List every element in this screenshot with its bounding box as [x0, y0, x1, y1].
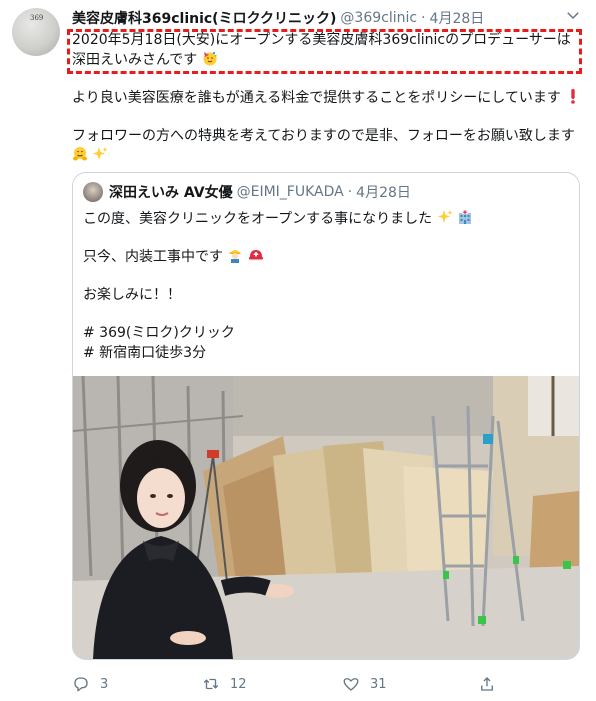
chevron-down-icon[interactable]: [564, 6, 582, 24]
author-handle[interactable]: @369clinic: [340, 10, 417, 26]
tweet-text-line-3: より良い美容医療を誰もが通える料金で提供することをポリシーにしています: [72, 88, 581, 108]
quoted-tweet-card[interactable]: 深田えいみ AV女優 @EIMI_FUKADA · 4月28日 この度、美容クリ…: [72, 172, 580, 660]
quoted-tweet-date: 4月28日: [356, 185, 411, 201]
highlight-annotation-box: [67, 29, 582, 74]
author-name[interactable]: 美容皮膚科369clinic(ミロククリニック): [72, 8, 336, 28]
attached-photo[interactable]: [73, 376, 579, 659]
quoted-tweet-header: 深田えいみ AV女優 @EIMI_FUKADA · 4月28日: [83, 181, 411, 203]
hospital-emoji-icon: [459, 210, 472, 224]
retweet-icon: [203, 678, 219, 690]
share-icon: [481, 677, 493, 691]
tweet-header: 美容皮膚科369clinic(ミロククリニック) @369clinic · 4月…: [72, 8, 582, 28]
quoted-text-line-1: この度、美容クリニックをオープンする事になりました: [83, 209, 473, 229]
quoted-author-name: 深田えいみ AV女優: [109, 185, 233, 201]
reply-button[interactable]: 3: [72, 674, 108, 694]
tweet-text-emoji-line: [72, 146, 108, 166]
quoted-text-line-2-text: 只今、内装工事中です: [83, 249, 223, 265]
tweet-text-line-3-text: より良い美容医療を誰もが通える料金で提供することをポリシーにしています: [72, 90, 561, 106]
reply-icon: [74, 677, 88, 692]
sparkles-emoji-icon: [93, 147, 108, 160]
like-count: 31: [370, 676, 387, 692]
hugging-face-emoji-icon: [73, 147, 87, 161]
sparkles-emoji-icon: [437, 210, 453, 223]
heart-icon: [343, 678, 359, 691]
tweet-date[interactable]: 4月28日: [430, 8, 485, 28]
construction-worker-emoji-icon: [229, 250, 241, 263]
like-button[interactable]: 31: [342, 674, 387, 694]
avatar-label: 369: [30, 14, 44, 22]
quoted-text-line-2: 只今、内装工事中です: [83, 247, 264, 267]
quoted-author-handle: @EIMI_FUKADA: [236, 184, 344, 200]
quoted-hashtag-1[interactable]: # 369(ミロク)クリック: [83, 323, 235, 343]
rescue-helmet-emoji-icon: [248, 250, 263, 260]
retweet-count: 12: [230, 676, 247, 692]
quoted-text-line-3: お楽しみに！！: [83, 287, 181, 303]
reply-count: 3: [100, 676, 109, 692]
tweet-actions: 3 12 31: [72, 674, 572, 694]
tweet-text-line-4: フォロワーの方への特典を考えておりますので是非、フォローをお願い致します: [72, 128, 575, 144]
exclamation-mark-icon: [571, 89, 576, 104]
quoted-author-avatar: [83, 182, 103, 202]
quoted-hashtag-2[interactable]: # 新宿南口徒歩3分: [83, 343, 206, 363]
retweet-button[interactable]: 12: [202, 674, 247, 694]
author-avatar[interactable]: 369: [12, 8, 60, 56]
separator-dot: ·: [421, 10, 426, 26]
quoted-text-line-1-text: この度、美容クリニックをオープンする事になりました: [83, 211, 433, 227]
separator-dot: ·: [347, 184, 353, 200]
share-button[interactable]: [478, 674, 496, 694]
